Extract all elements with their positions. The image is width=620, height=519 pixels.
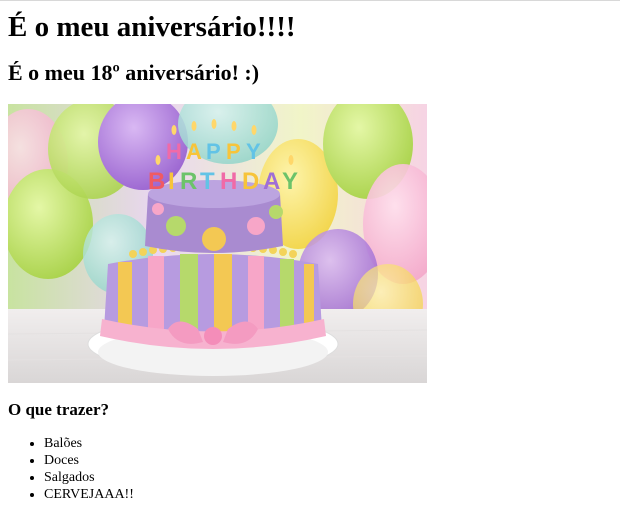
svg-text:R: R bbox=[180, 168, 197, 195]
svg-text:I: I bbox=[168, 168, 175, 195]
svg-text:P: P bbox=[206, 139, 221, 164]
list-title: O que trazer? bbox=[8, 400, 110, 419]
items-list: Balões Doces Salgados CERVEJAAA!! bbox=[8, 435, 134, 503]
birthday-cake-image: H A P P Y B I R T H D A Y bbox=[8, 104, 427, 383]
list-item: Salgados bbox=[44, 469, 134, 486]
svg-text:D: D bbox=[242, 168, 259, 195]
svg-text:H: H bbox=[166, 139, 182, 164]
list-item: CERVEJAAA!! bbox=[44, 486, 134, 503]
svg-text:T: T bbox=[200, 168, 215, 195]
svg-text:A: A bbox=[186, 139, 202, 164]
svg-text:Y: Y bbox=[282, 168, 298, 195]
list-item: Balões bbox=[44, 435, 134, 452]
svg-text:Y: Y bbox=[246, 139, 261, 164]
svg-text:B: B bbox=[148, 168, 165, 195]
svg-text:A: A bbox=[263, 168, 280, 195]
page-subtitle: É o meu 18º aniversário! :) bbox=[8, 60, 260, 85]
list-item: Doces bbox=[44, 452, 134, 469]
svg-text:P: P bbox=[226, 139, 241, 164]
svg-text:H: H bbox=[220, 168, 237, 195]
page-title: É o meu aniversário!!!! bbox=[8, 11, 296, 43]
